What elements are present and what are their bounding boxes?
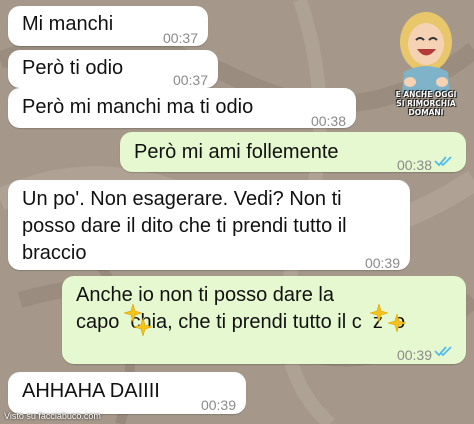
message-text: AHHAHA DAIIII: [22, 380, 160, 402]
sparkle-emoji-icon: [388, 314, 406, 332]
message-bubble-incoming[interactable]: AHHAHA DAIIII 00:39: [8, 372, 246, 414]
message-text: Però mi ami follemente: [134, 141, 339, 163]
message-text-line: braccio: [22, 242, 87, 264]
message-bubble-incoming[interactable]: Mi manchi 00:37: [8, 6, 208, 46]
watermark: Visto su facciabuco.com: [4, 411, 101, 421]
message-text: Però ti odio: [22, 57, 124, 79]
sparkle-emoji-icon: [370, 304, 388, 322]
message-bubble-incoming[interactable]: Però ti odio 00:37: [8, 50, 218, 88]
message-timestamp: 00:39: [200, 397, 236, 413]
message-timestamp: 00:38: [310, 113, 346, 129]
message-text-line: posso dare il dito che ti prendi tutto i…: [22, 215, 347, 237]
sticker-caption-line: SI RIMORCHIA DOMANI: [396, 99, 456, 117]
sparkle-emoji-icon: [134, 318, 152, 336]
read-receipt-icon: [434, 346, 452, 357]
read-receipt-icon: [434, 156, 452, 167]
message-timestamp: 00:38: [396, 157, 432, 173]
message-text-line: Un po'. Non esagerare. Vedi? Non ti: [22, 188, 342, 210]
message-text-line: Anche io non ti posso dare la: [76, 284, 334, 306]
message-bubble-incoming[interactable]: Però mi manchi ma ti odio 00:38: [8, 88, 356, 129]
message-bubble-outgoing[interactable]: Anche io non ti posso dare la capo chia,…: [62, 276, 466, 364]
message-bubble-outgoing[interactable]: Però mi ami follemente 00:38: [120, 132, 466, 173]
message-timestamp: 00:37: [162, 30, 198, 46]
message-text: Però mi manchi ma ti odio: [22, 96, 254, 118]
message-text: Mi manchi: [22, 13, 114, 35]
sticker-caption-line: E ANCHE OGGI: [395, 90, 457, 99]
message-timestamp: 00:39: [396, 347, 432, 363]
message-bubble-incoming[interactable]: Un po'. Non esagerare. Vedi? Non ti poss…: [8, 180, 410, 271]
message-timestamp: 00:39: [364, 255, 400, 271]
